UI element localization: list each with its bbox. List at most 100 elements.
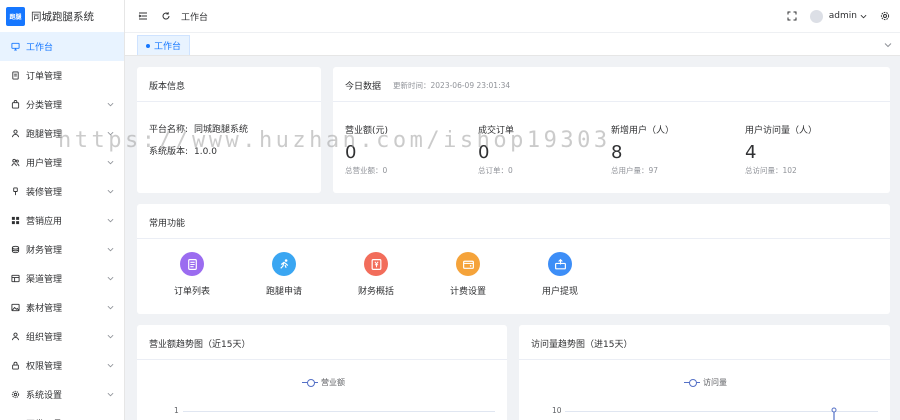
- sidebar-item[interactable]: 系统设置: [0, 380, 124, 409]
- fullscreen-icon[interactable]: [787, 11, 798, 22]
- breadcrumb[interactable]: 工作台: [181, 10, 208, 23]
- visits-trend-card: 访问量趋势图（进15天） 访问量 10: [519, 325, 890, 420]
- org-icon: [10, 332, 20, 342]
- lock-icon: [10, 361, 20, 371]
- sidebar-item-label: 素材管理: [26, 304, 63, 314]
- runner-icon: [272, 252, 296, 276]
- today-card-title: 今日数据: [345, 82, 382, 92]
- platform-name-value: 同城跑腿系统: [194, 125, 249, 135]
- revenue-chart-title: 营业额趋势图（近15天）: [149, 340, 251, 350]
- sidebar-item-label: 装修管理: [26, 188, 63, 198]
- func-label: 订单列表: [173, 287, 210, 297]
- sidebar-item[interactable]: 财务管理: [0, 235, 124, 264]
- func-billing-settings[interactable]: 计费设置: [438, 252, 498, 297]
- version-card: 版本信息 平台名称: 同城跑腿系统 系统版本: 1.0.0: [137, 67, 321, 193]
- stat-label: 新增用户（人）: [611, 126, 675, 136]
- stat-total: 总营业额：0: [345, 166, 388, 175]
- user-dropdown[interactable]: admin: [829, 11, 867, 21]
- logo-mark: 跑腿: [6, 6, 25, 26]
- common-functions-card: 常用功能 订单列表 跑腿申请 财务概括 计费设置 用户提现: [137, 204, 890, 314]
- sidebar-item-label: 分类管理: [26, 101, 63, 111]
- finance-icon: [364, 252, 388, 276]
- sidebar-item-label: 用户管理: [26, 159, 63, 169]
- settings-gear-icon[interactable]: [879, 11, 890, 22]
- coins-icon: [10, 245, 20, 255]
- sidebar-item-label: 组织管理: [26, 333, 63, 343]
- sidebar-item[interactable]: 分类管理: [0, 90, 124, 119]
- version-card-title: 版本信息: [149, 82, 186, 92]
- sidebar-item-label: 系统设置: [26, 391, 63, 401]
- user-icon: [10, 129, 20, 139]
- gridline: [183, 411, 495, 412]
- func-finance-overview[interactable]: 财务概括: [346, 252, 406, 297]
- legend-visits[interactable]: 访问量: [684, 377, 727, 388]
- sidebar-item[interactable]: 开发工具: [0, 409, 124, 420]
- billing-icon: [456, 252, 480, 276]
- stat-orders: 成交订单 0 总订单：0: [478, 123, 608, 176]
- stat-value: 0: [478, 142, 490, 163]
- header: 工作台 admin: [125, 0, 900, 32]
- channel-icon: [10, 274, 20, 284]
- func-order-list[interactable]: 订单列表: [162, 252, 222, 297]
- divider: [137, 101, 321, 102]
- stat-visits: 用户访问量（人） 4 总访问量：102: [745, 123, 875, 176]
- legend-label: 营业额: [321, 378, 345, 387]
- stat-label: 用户访问量（人）: [745, 126, 818, 136]
- legend-revenue[interactable]: 营业额: [302, 377, 345, 388]
- tab-label: 工作台: [154, 42, 182, 52]
- sidebar-item[interactable]: 组织管理: [0, 322, 124, 351]
- legend-symbol: [302, 379, 318, 387]
- sidebar-item[interactable]: 权限管理: [0, 351, 124, 380]
- tab-workbench[interactable]: 工作台: [137, 35, 191, 55]
- avatar[interactable]: [809, 9, 823, 23]
- stat-total: 总订单：0: [478, 166, 513, 175]
- func-label: 用户提现: [541, 287, 578, 297]
- divider: [519, 359, 890, 360]
- grid-icon: [10, 216, 20, 226]
- sidebar-item[interactable]: 跑腿管理: [0, 119, 124, 148]
- platform-name-label: 平台名称:: [149, 125, 189, 135]
- stat-value: 0: [345, 142, 357, 163]
- sidebar-item[interactable]: 工作台: [0, 32, 124, 61]
- chevron-down-icon: [107, 305, 114, 310]
- sidebar-item-label: 订单管理: [26, 72, 63, 82]
- sidebar-item[interactable]: 营销应用: [0, 206, 124, 235]
- update-time: 更新时间：2023-06-09 23:01:34: [393, 81, 511, 90]
- line-series-point: [831, 407, 837, 420]
- system-version-row: 系统版本: 1.0.0: [149, 144, 217, 157]
- chevron-down-icon: [860, 14, 867, 18]
- func-runner-apply[interactable]: 跑腿申请: [254, 252, 314, 297]
- stat-label: 成交订单: [478, 126, 515, 136]
- refresh-icon[interactable]: [160, 11, 171, 22]
- func-user-withdraw[interactable]: 用户提现: [530, 252, 590, 297]
- platform-name-row: 平台名称: 同城跑腿系统: [149, 122, 248, 135]
- active-dot: [146, 43, 150, 48]
- chevron-down-icon: [107, 247, 114, 252]
- sidebar-item[interactable]: 装修管理: [0, 177, 124, 206]
- brush-icon: [10, 187, 20, 197]
- stat-new-users: 新增用户（人） 8 总用户量：97: [611, 123, 741, 176]
- logo[interactable]: 跑腿 同城跑腿系统: [0, 0, 124, 32]
- functions-card-title: 常用功能: [149, 219, 186, 229]
- stat-value: 4: [745, 142, 757, 163]
- menu-collapse-icon[interactable]: [137, 11, 148, 22]
- withdraw-icon: [548, 252, 572, 276]
- sidebar-item[interactable]: 素材管理: [0, 293, 124, 322]
- chevron-down-icon: [107, 131, 114, 136]
- sidebar-item[interactable]: 用户管理: [0, 148, 124, 177]
- stat-revenue: 营业额(元) 0 总营业额：0: [345, 123, 475, 176]
- today-data-card: 今日数据 更新时间：2023-06-09 23:01:34 营业额(元) 0 总…: [333, 67, 890, 193]
- sidebar-item[interactable]: 订单管理: [0, 61, 124, 90]
- sidebar: 跑腿 同城跑腿系统 工作台订单管理分类管理跑腿管理用户管理装修管理营销应用财务管…: [0, 0, 125, 420]
- order-list-icon: [180, 252, 204, 276]
- tabs-dropdown-icon[interactable]: [884, 41, 892, 49]
- system-version-label: 系统版本:: [149, 147, 189, 157]
- legend-symbol: [684, 379, 700, 387]
- chevron-down-icon: [107, 102, 114, 107]
- sidebar-item-label: 营销应用: [26, 217, 63, 227]
- sidebar-item[interactable]: 渠道管理: [0, 264, 124, 293]
- sidebar-item-label: 跑腿管理: [26, 130, 63, 140]
- stat-label: 营业额(元): [345, 126, 389, 136]
- divider: [137, 238, 890, 239]
- chevron-down-icon: [107, 160, 114, 165]
